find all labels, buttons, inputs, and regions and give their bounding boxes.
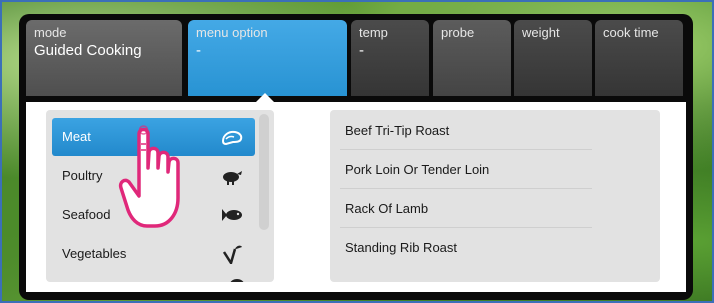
tab-temp[interactable]: temp -	[351, 20, 429, 96]
tab-mode-key: mode	[34, 25, 67, 40]
tab-weight[interactable]: weight	[514, 20, 592, 96]
tab-weight-key: weight	[522, 25, 560, 40]
tab-menu-option-key: menu option	[196, 25, 268, 40]
category-label: Vegetables	[62, 246, 127, 261]
menu-option-item[interactable]: Rack Of Lamb	[340, 189, 592, 228]
menu-option-item[interactable]: Pork Loin Or Tender Loin	[340, 150, 592, 189]
menu-option-list: Beef Tri-Tip Roast Pork Loin Or Tender L…	[330, 110, 660, 282]
menu-option-item[interactable]: Standing Rib Roast	[340, 228, 592, 267]
tab-menu-option-value: -	[196, 42, 201, 59]
tab-probe[interactable]: probe	[433, 20, 511, 96]
tab-mode-value: Guided Cooking	[34, 42, 142, 59]
category-label: Seafood	[62, 207, 111, 222]
turkey-icon	[223, 171, 242, 185]
menu-option-item[interactable]: Beef Tri-Tip Roast	[340, 111, 592, 150]
tab-mode[interactable]: mode Guided Cooking	[26, 20, 182, 96]
category-item-vegetables[interactable]: Vegetables	[52, 235, 255, 273]
category-scrollbar[interactable]	[259, 114, 269, 230]
partial-item-icon	[230, 279, 244, 282]
tab-temp-value: -	[359, 42, 364, 59]
steak-icon	[221, 130, 243, 146]
tab-pointer	[256, 93, 274, 102]
sprout-icon	[222, 245, 242, 264]
settings-tab-bar: mode Guided Cooking menu option - temp -…	[26, 20, 686, 96]
tab-menu-option[interactable]: menu option -	[188, 20, 347, 96]
fish-icon	[222, 209, 242, 221]
tab-cook-time[interactable]: cook time	[595, 20, 683, 96]
tab-temp-key: temp	[359, 25, 388, 40]
pointing-hand-icon	[118, 125, 180, 228]
category-label: Meat	[62, 129, 91, 144]
tab-probe-key: probe	[441, 25, 475, 40]
tab-cook-time-key: cook time	[603, 25, 659, 40]
category-label: Poultry	[62, 168, 103, 183]
